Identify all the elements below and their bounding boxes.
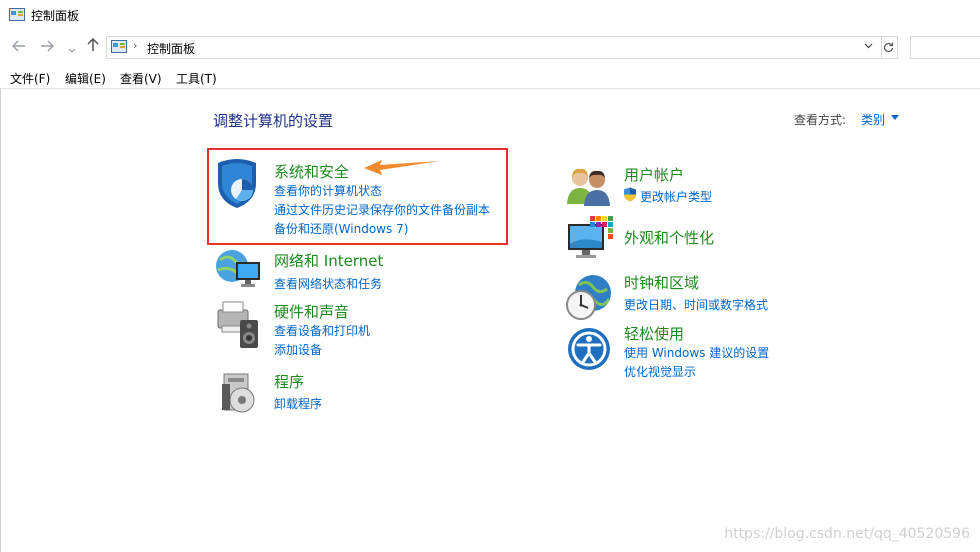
chevron-down-icon[interactable] <box>68 41 76 57</box>
personalization-icon[interactable] <box>566 214 614 262</box>
up-arrow-icon[interactable] <box>87 37 99 55</box>
forward-arrow-icon[interactable] <box>40 39 55 55</box>
uac-shield-icon <box>624 187 636 202</box>
view-by-label: 查看方式: <box>794 113 847 127</box>
control-panel-icon <box>9 8 25 21</box>
category-title-hardware-sound[interactable]: 硬件和声音 <box>274 301 349 322</box>
category-title-appearance-personalization[interactable]: 外观和个性化 <box>624 227 714 248</box>
watermark: https://blog.csdn.net/qq_40520596 <box>724 526 970 542</box>
breadcrumb[interactable]: 控制面板 <box>147 40 195 57</box>
view-by-dropdown[interactable]: 类别 <box>861 111 885 128</box>
printer-speaker-icon[interactable] <box>214 300 262 350</box>
link-optimize-visual-display[interactable]: 优化视觉显示 <box>624 363 696 380</box>
menu-tools[interactable]: 工具(T) <box>176 70 217 87</box>
window-border <box>0 88 1 552</box>
window-title: 控制面板 <box>31 9 80 23</box>
users-icon[interactable] <box>566 166 612 206</box>
link-change-account-type[interactable]: 更改帐户类型 <box>640 188 712 205</box>
category-title-ease-of-access[interactable]: 轻松使用 <box>624 323 684 344</box>
link-recommended-settings[interactable]: 使用 Windows 建议的设置 <box>624 344 769 361</box>
refresh-icon[interactable] <box>880 36 898 59</box>
highlight-box <box>207 148 508 245</box>
search-input[interactable] <box>910 36 980 59</box>
category-title-user-accounts[interactable]: 用户帐户 <box>624 164 684 185</box>
menu-bar: 文件(F) 编辑(E) 查看(V) 工具(T) <box>0 66 980 89</box>
clock-globe-icon[interactable] <box>565 273 613 321</box>
link-change-date-time-format[interactable]: 更改日期、时间或数字格式 <box>624 296 768 313</box>
link-uninstall-program[interactable]: 卸载程序 <box>274 395 322 412</box>
title-bar: 控制面板 <box>0 0 980 32</box>
menu-file[interactable]: 文件(F) <box>10 70 50 87</box>
ease-of-access-icon[interactable] <box>566 326 612 372</box>
breadcrumb-separator-icon[interactable]: › <box>133 39 137 52</box>
category-title-network-internet[interactable]: 网络和 Internet <box>274 250 383 271</box>
annotation-arrow-icon <box>364 160 440 175</box>
menu-edit[interactable]: 编辑(E) <box>65 70 106 87</box>
link-network-status[interactable]: 查看网络状态和任务 <box>274 275 382 292</box>
network-globe-icon[interactable] <box>214 248 262 292</box>
control-panel-icon <box>111 40 127 53</box>
chevron-down-icon[interactable] <box>891 115 899 120</box>
category-title-clock-region[interactable]: 时钟和区域 <box>624 272 699 293</box>
programs-icon[interactable] <box>220 370 262 416</box>
chevron-down-icon[interactable] <box>864 39 873 52</box>
link-devices-printers[interactable]: 查看设备和打印机 <box>274 322 370 339</box>
link-add-device[interactable]: 添加设备 <box>274 341 322 358</box>
back-arrow-icon[interactable] <box>11 39 26 55</box>
address-bar[interactable]: › 控制面板 <box>106 36 882 59</box>
menu-view[interactable]: 查看(V) <box>120 70 162 87</box>
category-title-programs[interactable]: 程序 <box>274 371 304 392</box>
page-title: 调整计算机的设置 <box>213 112 334 130</box>
